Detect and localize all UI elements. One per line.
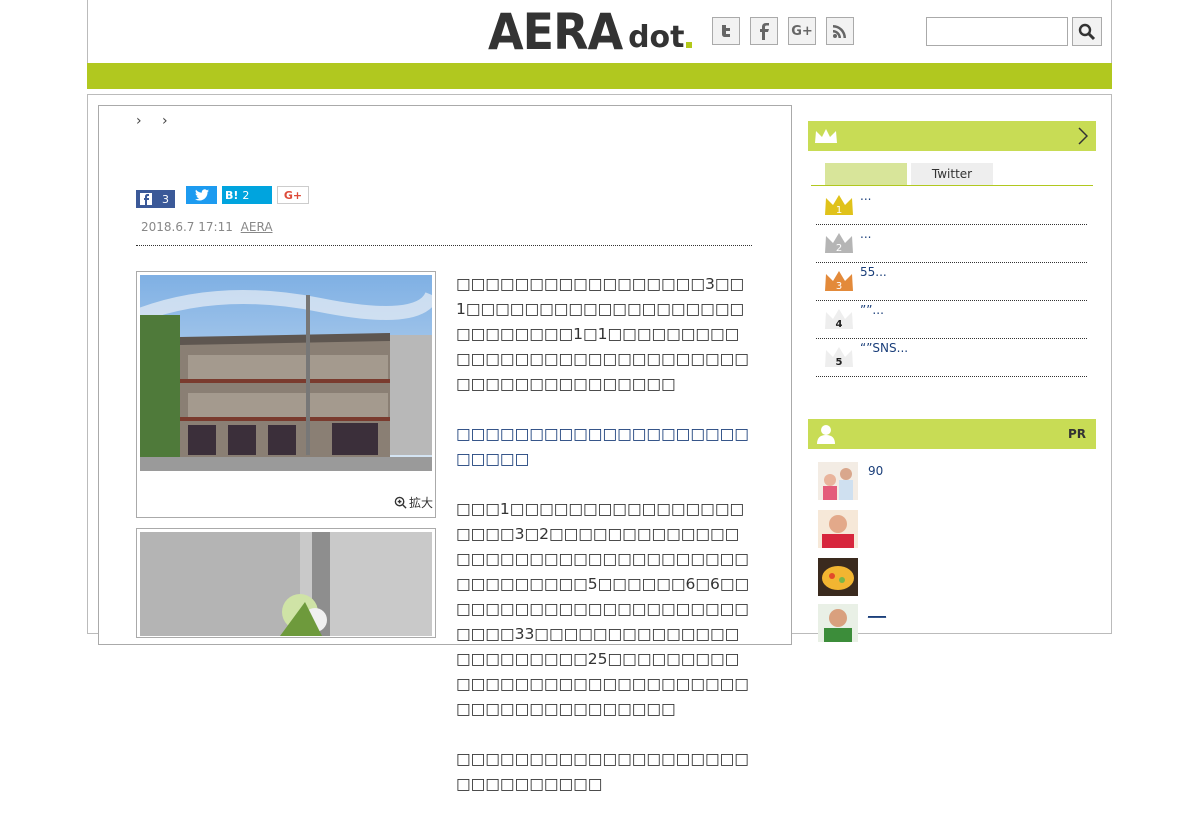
chevron-right-icon (1078, 127, 1088, 145)
crown-plain-icon: 5 (825, 347, 853, 368)
article-date: 2018.6.7 17:11 (141, 220, 233, 234)
twitter-icon[interactable] (712, 17, 740, 45)
pr-thumbnail-image (818, 510, 858, 548)
crown-plain-icon: 4 (825, 309, 853, 330)
ranking-item[interactable]: 4 ””... (816, 301, 1087, 339)
tab-ranking-access[interactable] (825, 163, 907, 185)
article-meta: 2018.6.7 17:11 AERA (141, 220, 273, 234)
rank-number: 2 (836, 243, 842, 254)
tweet-button[interactable] (186, 186, 217, 204)
search-input[interactable] (926, 17, 1068, 46)
ranking-item-title: 55... (860, 265, 887, 279)
crown-silver-icon: 2 (825, 233, 853, 254)
site-logo[interactable]: AERA dot (488, 6, 692, 58)
flowers-photo (140, 532, 432, 636)
search-icon (1078, 23, 1096, 40)
ranking-item[interactable]: 3 55... (816, 263, 1087, 301)
ranking-item[interactable]: 5 “”SNS... (816, 339, 1087, 377)
pr-item-title[interactable]: 90 (868, 464, 883, 478)
crown-icon (815, 129, 837, 143)
zoom-in-icon (394, 496, 407, 509)
rank-number: 1 (836, 205, 842, 216)
pr-item-title[interactable]: ___ (868, 604, 886, 618)
pr-header: PR (808, 419, 1096, 449)
ranking-item-title: ... (860, 189, 872, 203)
pr-thumbnail-image (818, 604, 858, 642)
article-paragraph-2: □□□1□□□□□□□□□□□□□□□□□□□□3□2□□□□□□□□□□□□□… (456, 500, 750, 718)
article-paragraph-1: □□□□□□□□□□□□□□□□□3□□1□□□□□□□□□□□□□□□□□□□… (456, 275, 749, 393)
hatena-label: B! (225, 188, 239, 202)
pr-thumbnail[interactable] (818, 604, 858, 642)
hatena-bookmark-button[interactable]: B! 2 (222, 186, 272, 204)
header-accent-bar (87, 63, 1112, 89)
article-body: □□□□□□□□□□□□□□□□□3□□1□□□□□□□□□□□□□□□□□□□… (456, 272, 752, 822)
pr-thumbnail-image (818, 558, 858, 596)
zoom-label: 拡大 (409, 496, 434, 510)
ranking-item[interactable]: 1 ... (816, 187, 1087, 225)
ranking-item-title: ... (860, 227, 872, 241)
facebook-icon (140, 193, 152, 205)
apartment-photo (140, 275, 432, 471)
crown-gold-icon: 1 (825, 195, 853, 216)
facebook-icon[interactable] (750, 17, 778, 45)
tab-ranking-twitter[interactable]: Twitter (911, 163, 993, 185)
crown-bronze-icon: 3 (825, 271, 853, 292)
twitter-bird-icon (194, 189, 209, 201)
rank-number: 3 (836, 281, 842, 292)
logo-main-text: AERA (488, 3, 623, 61)
pr-thumbnail[interactable] (818, 510, 858, 548)
rank-number: 5 (836, 357, 843, 368)
ranking-item-title: ””... (860, 303, 884, 317)
article-subheading: □□□□□□□□□□□□□□□□□□□□□□□□□ (456, 425, 749, 468)
article-source-link[interactable]: AERA (241, 220, 273, 234)
article-photo-2[interactable] (136, 528, 436, 638)
logo-dot-mark (685, 42, 692, 48)
ranking-item[interactable]: 2 ... (816, 225, 1087, 263)
google-plus-label: G+ (283, 188, 303, 202)
facebook-share-button[interactable]: 3 (136, 190, 175, 208)
ranking-header[interactable] (808, 121, 1096, 151)
pr-thumbnail[interactable] (818, 558, 858, 596)
article-photo-1[interactable]: 拡大 (136, 271, 436, 518)
article-paragraph-3: □□□□□□□□□□□□□□□□□□□□□□□□□□□□□□ (456, 750, 749, 793)
pr-label: PR (1067, 427, 1086, 441)
facebook-share-count: 3 (162, 192, 169, 206)
meta-divider (136, 245, 752, 246)
rss-icon[interactable] (826, 17, 854, 45)
tab-underline (811, 185, 1093, 186)
google-plus-icon[interactable]: G+ (788, 17, 816, 45)
logo-sub-text: dot (628, 20, 685, 55)
hatena-count: 2 (242, 188, 250, 202)
search-button[interactable] (1072, 17, 1102, 46)
breadcrumb[interactable]: › › (136, 113, 176, 129)
pr-thumbnail-image (818, 462, 858, 500)
rank-number: 4 (836, 319, 843, 330)
zoom-link[interactable]: 拡大 (394, 494, 433, 511)
google-plus-share-button[interactable]: G+ (277, 186, 309, 204)
pr-thumbnail[interactable] (818, 462, 858, 500)
ranking-item-title: “”SNS... (860, 341, 909, 355)
person-icon (817, 425, 835, 444)
